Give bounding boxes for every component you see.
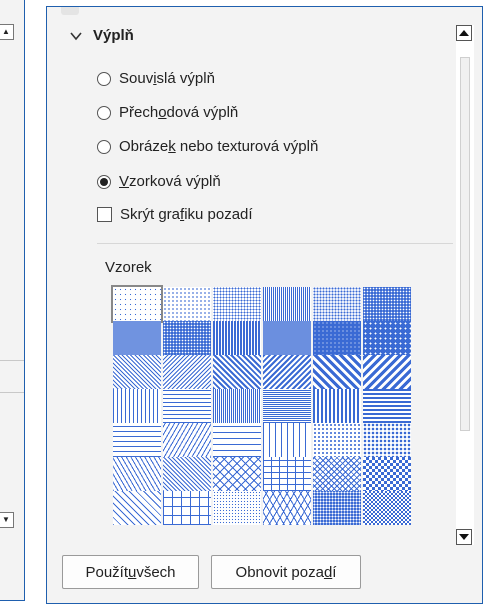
divider	[97, 243, 453, 244]
arrow-down-icon[interactable]	[456, 529, 472, 545]
radio-label: Obrázek nebo texturová výplň	[119, 138, 319, 155]
radio-label: Přechodová výplň	[119, 104, 239, 121]
reset-background-button[interactable]: Obnovit poza d í	[211, 555, 361, 589]
pattern-swatch[interactable]	[213, 287, 261, 321]
pattern-swatch[interactable]	[313, 457, 361, 491]
pattern-swatch[interactable]	[263, 287, 311, 321]
pattern-swatch[interactable]	[363, 491, 411, 525]
scrollbar[interactable]	[456, 25, 474, 545]
pattern-swatch[interactable]	[363, 389, 411, 423]
divider	[0, 392, 24, 393]
radio-picture-fill[interactable]: Obrázek nebo texturová výplň	[97, 138, 318, 155]
pattern-swatch[interactable]	[263, 389, 311, 423]
pattern-swatch[interactable]	[363, 321, 411, 355]
pattern-swatch[interactable]	[113, 491, 161, 525]
checkbox[interactable]	[97, 207, 112, 222]
pattern-swatch[interactable]	[111, 285, 163, 323]
pattern-swatch[interactable]	[163, 321, 211, 355]
section-title: Výplň	[93, 27, 134, 44]
fill-section-header[interactable]: Výplň	[69, 27, 134, 44]
pattern-swatch[interactable]	[263, 321, 311, 355]
radio-button[interactable]	[97, 139, 111, 154]
radio-label: Vzorková výplň	[119, 173, 221, 190]
radio-gradient-fill[interactable]: Přechodová výplň	[97, 104, 238, 121]
arrow-up-icon[interactable]	[456, 25, 472, 41]
pattern-swatch[interactable]	[363, 287, 411, 321]
pattern-swatch[interactable]	[113, 457, 161, 491]
chevron-down-icon[interactable]	[69, 29, 83, 43]
panel-tab	[61, 7, 79, 15]
pattern-swatch[interactable]	[213, 355, 261, 389]
radio-button-selected[interactable]	[97, 174, 111, 189]
pattern-swatch[interactable]	[113, 321, 161, 355]
pattern-swatch[interactable]	[263, 491, 311, 525]
pattern-swatch[interactable]	[113, 423, 161, 457]
pattern-swatch[interactable]	[113, 389, 161, 423]
pattern-gallery	[111, 285, 455, 525]
pattern-swatch[interactable]	[313, 423, 361, 457]
pattern-swatch[interactable]	[213, 423, 261, 457]
pattern-swatch[interactable]	[213, 491, 261, 525]
radio-pattern-fill[interactable]: Vzorková výplň	[97, 173, 221, 190]
pattern-swatch[interactable]	[163, 389, 211, 423]
pattern-swatch[interactable]	[363, 457, 411, 491]
scroll-up-icon[interactable]: ▲	[0, 24, 14, 40]
pattern-swatch[interactable]	[163, 457, 211, 491]
pattern-swatch[interactable]	[263, 457, 311, 491]
radio-solid-fill[interactable]: Souvislá výplň	[97, 70, 215, 87]
pattern-swatch[interactable]	[313, 287, 361, 321]
divider	[0, 360, 24, 361]
pattern-swatch[interactable]	[213, 457, 261, 491]
pattern-swatch[interactable]	[313, 491, 361, 525]
radio-label: Souvislá výplň	[119, 70, 215, 87]
radio-button[interactable]	[97, 71, 111, 86]
pattern-swatch[interactable]	[163, 287, 211, 321]
radio-button[interactable]	[97, 105, 111, 120]
pattern-swatch[interactable]	[313, 321, 361, 355]
scroll-thumb[interactable]	[460, 57, 470, 431]
checkbox-label: Skrýt grafiku pozadí	[120, 206, 253, 223]
pattern-swatch[interactable]	[213, 321, 261, 355]
apply-to-all-button[interactable]: Použít u všech	[62, 555, 199, 589]
pattern-swatch[interactable]	[363, 423, 411, 457]
pattern-swatch[interactable]	[163, 491, 211, 525]
pattern-swatch[interactable]	[363, 355, 411, 389]
hide-background-checkbox-row[interactable]: Skrýt grafiku pozadí	[97, 206, 253, 223]
pattern-swatch[interactable]	[313, 389, 361, 423]
pattern-swatch[interactable]	[263, 355, 311, 389]
pattern-swatch[interactable]	[163, 355, 211, 389]
pattern-swatch[interactable]	[163, 423, 211, 457]
pattern-swatch[interactable]	[113, 355, 161, 389]
fill-panel: Výplň Souvislá výplň Přechodová výplň Ob…	[46, 6, 483, 604]
pattern-swatch[interactable]	[213, 389, 261, 423]
pattern-swatch[interactable]	[263, 423, 311, 457]
background-window: ▲ ▼	[0, 0, 25, 601]
scroll-down-icon[interactable]: ▼	[0, 512, 14, 528]
pattern-label: Vzorek	[105, 259, 152, 276]
pattern-swatch[interactable]	[313, 355, 361, 389]
